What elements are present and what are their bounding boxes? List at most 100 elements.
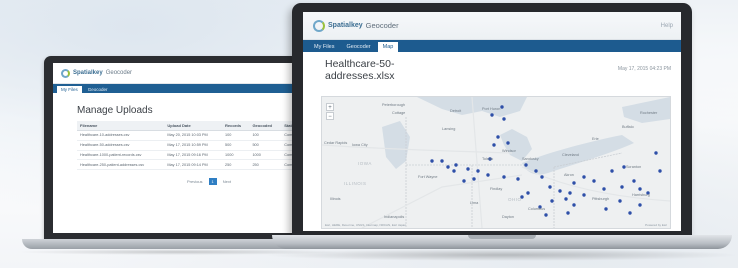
app-name: Geocoder bbox=[365, 21, 399, 30]
col-records[interactable]: Records bbox=[222, 121, 250, 131]
place-label: Scranton bbox=[626, 165, 642, 169]
logo-text: Spatialkey bbox=[328, 22, 363, 29]
address-marker[interactable] bbox=[540, 175, 544, 179]
address-marker[interactable] bbox=[638, 187, 642, 191]
pager-previous[interactable]: Previous bbox=[184, 178, 206, 185]
cell-geocoded: 250 bbox=[249, 159, 282, 171]
powered-by-esri[interactable]: Powered by Esri bbox=[645, 223, 667, 227]
place-label: Lima bbox=[470, 201, 479, 205]
cell-geocoded: 500 bbox=[249, 140, 282, 151]
zoom-out-button[interactable]: − bbox=[326, 112, 334, 120]
place-label: Findlay bbox=[490, 187, 503, 191]
map-attribution: Esri, HERE, DeLorme, USGS, Intermap, NRC… bbox=[325, 223, 407, 227]
address-marker[interactable] bbox=[566, 211, 570, 215]
place-label: Illinois bbox=[330, 197, 341, 201]
road bbox=[471, 97, 483, 228]
address-marker[interactable] bbox=[572, 181, 576, 185]
place-label: Rochester bbox=[640, 111, 658, 115]
address-marker[interactable] bbox=[524, 163, 528, 167]
address-marker[interactable] bbox=[454, 163, 458, 167]
address-marker[interactable] bbox=[654, 151, 658, 155]
tab-my-files[interactable]: My Files bbox=[309, 42, 339, 52]
address-marker[interactable] bbox=[516, 177, 520, 181]
pager-next[interactable]: Next bbox=[220, 178, 234, 185]
address-marker[interactable] bbox=[466, 167, 470, 171]
brand-logo[interactable]: Spatialkey Geocoder bbox=[313, 19, 399, 32]
address-marker[interactable] bbox=[526, 191, 530, 195]
tab-geocoder[interactable]: Geocoder bbox=[84, 86, 112, 93]
cell-date: May 17, 2015 09:14 PM bbox=[164, 159, 223, 171]
address-marker[interactable] bbox=[502, 175, 506, 179]
address-marker[interactable] bbox=[568, 191, 572, 195]
tab-my-files[interactable]: My Files bbox=[57, 86, 82, 93]
uploads-screen: Spatialkey Geocoder My Files Geocoder Ma… bbox=[53, 63, 305, 233]
road bbox=[322, 144, 513, 154]
address-marker[interactable] bbox=[496, 135, 500, 139]
place-label: Lansing bbox=[442, 127, 456, 131]
table-row[interactable]: Healthcare-250-patient-addresses.csv May… bbox=[77, 159, 305, 171]
address-marker[interactable] bbox=[558, 189, 562, 193]
col-filename[interactable]: Filename bbox=[77, 121, 165, 131]
address-marker[interactable] bbox=[486, 173, 490, 177]
map-view[interactable]: + − Peterborough Cottage Detroit Port Hu… bbox=[321, 96, 671, 229]
address-marker[interactable] bbox=[638, 203, 642, 207]
address-marker[interactable] bbox=[548, 185, 552, 189]
address-marker[interactable] bbox=[628, 211, 632, 215]
address-marker[interactable] bbox=[440, 159, 444, 163]
cell-filename[interactable]: Healthcare-250-patient-addresses.csv bbox=[77, 159, 165, 171]
logo-text: Spatialkey bbox=[73, 70, 103, 76]
address-marker[interactable] bbox=[620, 185, 624, 189]
zoom-in-button[interactable]: + bbox=[326, 103, 334, 111]
table-row[interactable]: Healthcare-10-addresses.csv May 20, 2015… bbox=[77, 130, 305, 141]
laptop-front-shadow bbox=[262, 249, 738, 261]
place-label: Port Huron bbox=[482, 107, 501, 111]
address-marker[interactable] bbox=[430, 159, 434, 163]
address-marker[interactable] bbox=[604, 207, 608, 211]
address-marker[interactable] bbox=[476, 169, 480, 173]
region-label: IOWA bbox=[358, 161, 372, 166]
uploads-table: Filename Upload Date Records Geocoded St… bbox=[77, 121, 305, 171]
address-marker[interactable] bbox=[564, 197, 568, 201]
region-label: OHIO bbox=[508, 197, 522, 202]
address-marker[interactable] bbox=[446, 165, 450, 169]
pager-page-1[interactable]: 1 bbox=[208, 178, 217, 186]
address-marker[interactable] bbox=[452, 169, 456, 173]
help-link[interactable]: Help bbox=[661, 23, 673, 29]
address-marker[interactable] bbox=[602, 187, 606, 191]
address-marker[interactable] bbox=[582, 193, 586, 197]
address-marker[interactable] bbox=[632, 179, 636, 183]
place-label: Cleveland bbox=[562, 153, 579, 157]
address-marker[interactable] bbox=[502, 117, 506, 121]
address-marker[interactable] bbox=[592, 179, 596, 183]
address-marker[interactable] bbox=[500, 105, 504, 109]
address-marker[interactable] bbox=[610, 169, 614, 173]
brand-logo[interactable]: Spatialkey Geocoder bbox=[61, 68, 132, 78]
place-label: Detroit bbox=[450, 109, 462, 113]
address-marker[interactable] bbox=[618, 199, 622, 203]
address-marker[interactable] bbox=[490, 113, 494, 117]
place-label: Dayton bbox=[502, 215, 515, 219]
address-marker[interactable] bbox=[534, 169, 538, 173]
address-marker[interactable] bbox=[550, 199, 554, 203]
address-marker[interactable] bbox=[462, 179, 466, 183]
col-geocoded[interactable]: Geocoded bbox=[249, 121, 282, 131]
logo-icon bbox=[313, 19, 325, 32]
map-screen: Spatialkey Geocoder Help My Files Geocod… bbox=[303, 12, 681, 231]
address-marker[interactable] bbox=[492, 143, 496, 147]
cell-filename[interactable]: Healthcare-10-addresses.csv bbox=[77, 130, 165, 141]
address-marker[interactable] bbox=[506, 141, 510, 145]
laptop-front: Spatialkey Geocoder Help My Files Geocod… bbox=[262, 3, 738, 265]
laptop-front-notch bbox=[468, 235, 536, 239]
tab-map[interactable]: Map bbox=[377, 42, 399, 52]
cell-filename[interactable]: Healthcare-50-addresses.csv bbox=[77, 140, 165, 151]
cell-filename[interactable]: Healthcare-1000-patient-records.csv bbox=[77, 150, 165, 161]
address-marker[interactable] bbox=[544, 213, 548, 217]
table-row[interactable]: Healthcare-50-addresses.csv May 17, 2015… bbox=[77, 140, 305, 151]
tab-geocoder[interactable]: Geocoder bbox=[341, 42, 375, 52]
address-marker[interactable] bbox=[472, 177, 476, 181]
address-marker[interactable] bbox=[658, 169, 662, 173]
col-upload-date[interactable]: Upload Date bbox=[164, 121, 223, 131]
address-marker[interactable] bbox=[572, 203, 576, 207]
address-marker[interactable] bbox=[582, 175, 586, 179]
table-row[interactable]: Healthcare-1000-patient-records.csv May … bbox=[77, 150, 305, 161]
